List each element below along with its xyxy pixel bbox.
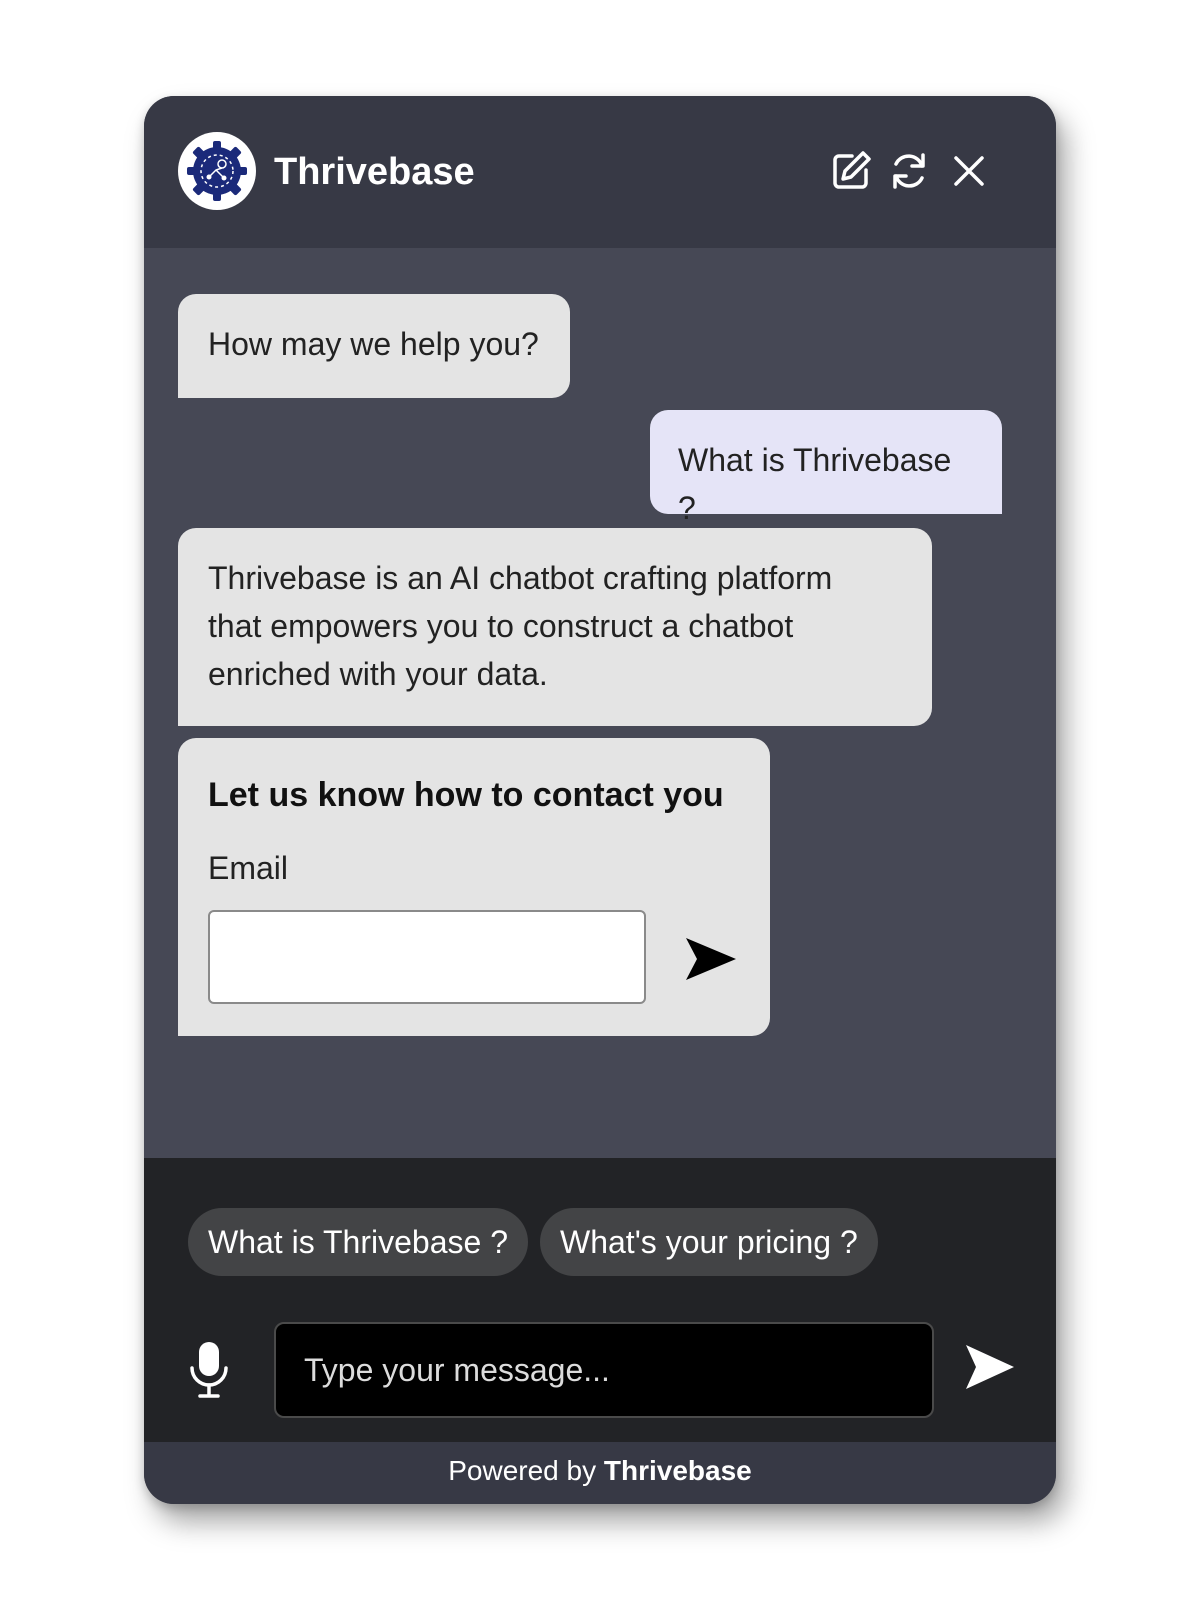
gear-circuit-logo-icon [178, 132, 256, 210]
powered-by-prefix: Powered by [448, 1455, 597, 1486]
edit-button[interactable] [828, 148, 874, 194]
message-line: enriched with your data. [208, 656, 548, 692]
contact-form-card: Let us know how to contact you Email [178, 738, 770, 1036]
powered-by-brand[interactable]: Thrivebase [604, 1455, 752, 1486]
refresh-button[interactable] [886, 148, 932, 194]
bot-message: How may we help you? [178, 294, 570, 398]
message-text: What is Thrivebase ? [678, 442, 952, 526]
message-text: How may we help you? [208, 326, 539, 362]
chat-title: Thrivebase [274, 151, 475, 193]
contact-form-title: Let us know how to contact you [208, 776, 724, 814]
email-field[interactable] [208, 910, 646, 1004]
message-line: Thrivebase is an AI chatbot crafting pla… [208, 560, 833, 596]
refresh-icon [893, 153, 925, 189]
message-line: that empowers you to construct a chatbot [208, 608, 794, 644]
close-icon [954, 156, 984, 186]
suggestion-chip[interactable]: What is Thrivebase ? [188, 1208, 528, 1276]
microphone-icon[interactable] [188, 1340, 230, 1400]
suggestion-chip[interactable]: What's your pricing ? [540, 1208, 878, 1276]
send-icon[interactable] [964, 1342, 1016, 1392]
powered-by-footer: Powered by Thrivebase [144, 1442, 1056, 1504]
email-label: Email [208, 850, 289, 886]
composer-area: What is Thrivebase ? What's your pricing… [144, 1158, 1056, 1442]
user-message: What is Thrivebase ? [650, 410, 1002, 526]
chat-header: Thrivebase [144, 96, 1056, 248]
message-list: How may we help you? What is Thrivebase … [144, 248, 1056, 1158]
send-arrow-icon[interactable] [684, 934, 738, 984]
message-input[interactable] [274, 1322, 934, 1418]
bot-message: Thrivebase is an AI chatbot crafting pla… [178, 528, 932, 726]
chat-widget: Thrivebase How may we help you? What is … [144, 96, 1056, 1504]
edit-icon [833, 151, 871, 189]
close-button[interactable] [946, 148, 992, 194]
